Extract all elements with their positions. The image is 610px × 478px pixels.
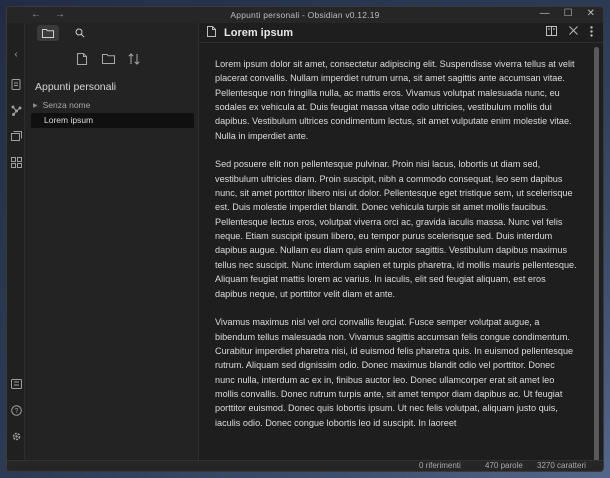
- paragraph[interactable]: Vivamus maximus nisl vel orci convallis …: [215, 315, 577, 430]
- svg-text:?: ?: [14, 408, 18, 415]
- new-folder-button[interactable]: [101, 53, 115, 67]
- window-title: Appunti personali - Obsidian v0.12.19: [230, 10, 380, 20]
- collapse-sidebar-icon[interactable]: ‹: [10, 49, 22, 61]
- help-icon[interactable]: ?: [10, 405, 22, 417]
- new-note-button[interactable]: [75, 53, 89, 67]
- explorer-actions: [75, 53, 141, 67]
- reading-view-icon[interactable]: [546, 26, 557, 40]
- status-bar: 0 riferimenti 470 parole 3270 caratteri: [7, 460, 603, 471]
- note-content[interactable]: Lorem ipsum dolor sit amet, consectetur …: [215, 57, 577, 444]
- templates-icon[interactable]: [10, 131, 22, 143]
- sort-icon: [128, 53, 140, 65]
- char-count: 3270 caratteri: [537, 461, 586, 470]
- title-bar: ← → Appunti personali - Obsidian v0.12.1…: [7, 7, 603, 23]
- editor-header: Lorem ipsum: [199, 23, 603, 43]
- maximize-button[interactable]: ☐: [564, 8, 573, 19]
- backlinks-count[interactable]: 0 riferimenti: [419, 461, 461, 471]
- tab-file-explorer[interactable]: [37, 25, 59, 41]
- file-explorer-sidebar: Appunti personali ▶ Senza nome Lorem ips…: [25, 23, 199, 460]
- search-icon: [75, 28, 85, 38]
- editor-pane: Lorem ipsum Lorem ipsum dolor sit amet, …: [199, 23, 603, 467]
- plugins-icon[interactable]: [10, 157, 22, 169]
- app-window: ← → Appunti personali - Obsidian v0.12.1…: [6, 6, 604, 472]
- scrollbar[interactable]: [594, 47, 599, 467]
- vault-name[interactable]: Appunti personali: [35, 81, 116, 93]
- document-icon: [207, 25, 216, 40]
- chevron-right-icon: ▶: [33, 102, 38, 109]
- left-ribbon: ‹ ?: [7, 23, 25, 460]
- settings-icon[interactable]: [10, 431, 22, 443]
- paragraph[interactable]: Sed posuere elit non pellentesque pulvin…: [215, 157, 577, 300]
- note-item-active[interactable]: Lorem ipsum: [31, 113, 194, 128]
- tab-search[interactable]: [69, 25, 91, 41]
- folder-item[interactable]: ▶ Senza nome: [33, 100, 90, 110]
- sort-button[interactable]: [127, 53, 141, 67]
- sidebar-tabs: [25, 23, 198, 43]
- minimize-button[interactable]: —: [540, 8, 550, 19]
- paragraph[interactable]: Lorem ipsum dolor sit amet, consectetur …: [215, 57, 577, 143]
- close-button[interactable]: ✕: [587, 8, 595, 19]
- vault-icon[interactable]: [10, 379, 22, 391]
- window-controls: — ☐ ✕: [540, 8, 595, 19]
- graph-icon[interactable]: [10, 105, 22, 117]
- folder-icon: [42, 29, 54, 38]
- folder-label: Senza nome: [42, 100, 91, 110]
- close-tab-icon[interactable]: [569, 26, 578, 40]
- more-options-icon[interactable]: [590, 26, 593, 40]
- new-folder-icon: [101, 54, 115, 64]
- word-count: 470 parole: [485, 461, 523, 470]
- new-note-icon: [77, 53, 87, 65]
- command-palette-icon[interactable]: [10, 79, 22, 91]
- editor-actions: [546, 26, 593, 40]
- note-title[interactable]: Lorem ipsum: [224, 27, 293, 39]
